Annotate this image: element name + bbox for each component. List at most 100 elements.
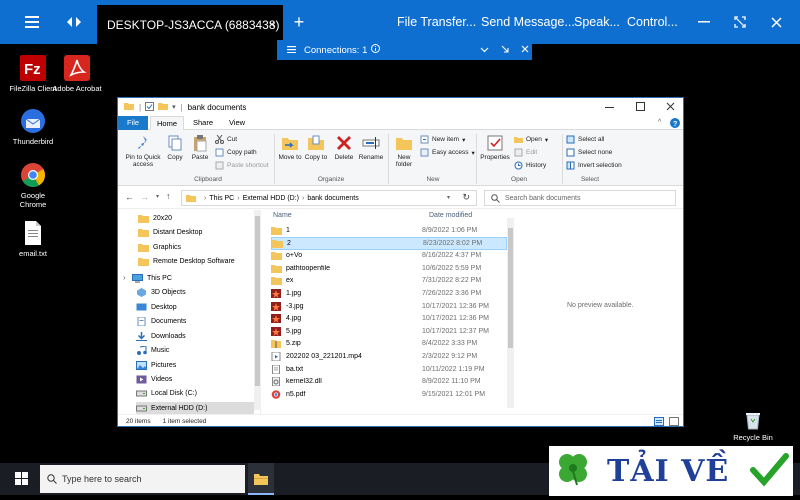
nav-pane-scrollbar[interactable]	[254, 210, 261, 410]
back-arrow-icon[interactable]: ←	[125, 192, 134, 202]
file-row[interactable]: 1.jpg 7/26/2022 3:36 PM	[271, 287, 507, 300]
file-row[interactable]: 5.zip 8/4/2022 3:33 PM	[271, 337, 507, 350]
breadcrumb-bank-documents[interactable]: bank documents	[307, 195, 358, 202]
nav-item[interactable]: External HDD (D:)	[136, 402, 254, 414]
customize-toolbar-icon[interactable]: ▾	[172, 103, 176, 111]
address-box[interactable]: › This PC › External HDD (D:) › bank doc…	[181, 190, 477, 206]
address-dropdown-icon[interactable]: ▾	[447, 194, 450, 201]
minimize-icon[interactable]	[690, 0, 718, 44]
nav-item[interactable]: Videos	[136, 373, 172, 386]
nav-item[interactable]: Graphics	[138, 241, 181, 254]
taskbar-search-input[interactable]: Type here to search	[40, 465, 245, 493]
file-transfer-menu[interactable]: File Transfer...	[397, 0, 476, 44]
file-row[interactable]: o+Vo 8/16/2022 4:37 PM	[271, 249, 507, 262]
file-row[interactable]: n5.pdf 9/15/2021 12:01 PM	[271, 388, 507, 401]
desktop-icon-thunderbird[interactable]: Thunderbird	[8, 108, 58, 146]
quick-access-toolbar[interactable]: |	[139, 103, 141, 112]
file-row[interactable]: 202202 03_221201.mp4 2/3/2022 9:12 PM	[271, 350, 507, 363]
history-button[interactable]: History	[514, 161, 546, 170]
delete-button[interactable]: Delete	[332, 134, 356, 161]
nav-item[interactable]: Documents	[136, 315, 186, 328]
copy-to-button[interactable]: Copy to	[304, 134, 328, 161]
nav-item[interactable]: 3D Objects	[136, 286, 186, 299]
tab-file[interactable]: File	[118, 116, 148, 130]
nav-item[interactable]: Downloads	[136, 330, 186, 343]
nav-item[interactable]: Distant Desktop	[138, 226, 202, 239]
maximize-icon[interactable]	[636, 102, 645, 113]
file-row[interactable]: ba.txt 10/11/2022 1:19 PM	[271, 363, 507, 376]
new-folder-small-icon[interactable]	[158, 102, 169, 112]
pin-quick-access-button[interactable]: Pin to Quick access	[122, 134, 164, 168]
cut-button[interactable]: Cut	[215, 134, 237, 144]
breadcrumb-this-pc[interactable]: This PC	[209, 195, 234, 202]
nav-item[interactable]: Pictures	[136, 359, 176, 372]
tab-share[interactable]: Share	[188, 116, 218, 130]
file-row[interactable]: ex 7/31/2022 8:22 PM	[271, 274, 507, 287]
fullscreen-icon[interactable]	[726, 0, 754, 44]
help-icon[interactable]: ?	[670, 118, 680, 130]
select-none-button[interactable]: Select none	[566, 148, 612, 157]
list-icon[interactable]	[287, 45, 296, 56]
recent-locations-icon[interactable]: ▾	[156, 193, 159, 200]
chevron-down-icon[interactable]	[480, 45, 489, 56]
open-button[interactable]: Open ▾	[514, 135, 548, 144]
file-row[interactable]: 5.jpg 10/17/2021 12:37 PM	[271, 325, 507, 338]
column-header-name[interactable]: Name	[273, 212, 292, 219]
file-row[interactable]: 2 8/23/2022 8:02 PM	[271, 236, 507, 250]
file-row[interactable]: pathtoopenfile 10/6/2022 5:59 PM	[271, 262, 507, 275]
properties-button[interactable]: Properties	[478, 134, 512, 161]
easy-access-button[interactable]: Easy access ▾	[420, 148, 475, 157]
rename-button[interactable]: Rename	[358, 134, 384, 161]
file-list-scrollbar[interactable]	[507, 218, 514, 408]
speak-menu[interactable]: Speak...	[574, 0, 620, 44]
refresh-icon[interactable]: ↻	[462, 192, 470, 203]
desktop-icon-recycle-bin[interactable]: Recycle Bin	[728, 410, 778, 442]
copy-path-button[interactable]: Copy path	[215, 148, 257, 157]
menu-icon[interactable]	[18, 0, 46, 44]
paste-shortcut-button[interactable]: Paste shortcut	[215, 161, 269, 170]
close-tab-icon[interactable]: ×	[269, 19, 275, 31]
tab-view[interactable]: View	[222, 116, 252, 130]
select-all-button[interactable]: Select all	[566, 135, 604, 144]
tab-home[interactable]: Home	[150, 116, 184, 130]
properties-check-icon[interactable]	[145, 101, 155, 113]
up-arrow-icon[interactable]: ↑	[166, 191, 171, 201]
collapse-ribbon-icon[interactable]: ^	[658, 119, 661, 126]
paste-button[interactable]: Paste	[188, 134, 212, 161]
nav-item[interactable]: Music	[136, 344, 169, 357]
close-session-icon[interactable]	[762, 0, 790, 44]
file-row[interactable]: 1 8/9/2022 1:06 PM	[271, 224, 507, 237]
details-view-icon[interactable]	[654, 417, 664, 428]
nav-item[interactable]: Local Disk (C:)	[136, 387, 197, 400]
minimize-icon[interactable]	[605, 102, 614, 113]
large-icons-view-icon[interactable]	[669, 417, 679, 428]
file-row[interactable]: kernel32.dll 8/9/2022 11:10 PM	[271, 375, 507, 388]
desktop-icon-email-txt[interactable]: email.txt	[8, 220, 58, 258]
info-icon[interactable]	[371, 44, 381, 56]
column-header-date-modified[interactable]: Date modified	[429, 212, 472, 219]
nav-item[interactable]: This PC	[132, 272, 172, 285]
taskbar-file-explorer[interactable]	[248, 463, 274, 495]
shrink-icon[interactable]	[501, 45, 509, 56]
close-icon[interactable]	[666, 102, 675, 113]
expand-chevron-icon[interactable]: ›	[123, 273, 126, 282]
file-row[interactable]: 4.jpg 10/17/2021 12:36 PM	[271, 312, 507, 325]
windows-start-icon[interactable]	[15, 472, 28, 490]
nav-item[interactable]: Remote Desktop Software	[138, 255, 235, 268]
desktop-icon-chrome[interactable]: Google Chrome	[8, 162, 58, 209]
switch-sides-icon[interactable]	[60, 0, 88, 44]
nav-item[interactable]: Desktop	[136, 301, 177, 314]
breadcrumb-external-hdd[interactable]: External HDD (D:)	[243, 195, 299, 202]
send-message-menu[interactable]: Send Message...	[481, 0, 575, 44]
desktop-icon-acrobat[interactable]: Adobe Acrobat	[52, 55, 102, 93]
forward-arrow-icon[interactable]: →	[140, 192, 149, 202]
new-folder-button[interactable]: New folder	[392, 134, 416, 168]
add-tab-button[interactable]: +	[285, 0, 313, 44]
invert-selection-button[interactable]: Invert selection	[566, 161, 622, 170]
control-menu[interactable]: Control...	[627, 0, 678, 44]
nav-item[interactable]: 20x20	[138, 212, 172, 225]
copy-button[interactable]: Copy	[164, 134, 186, 161]
close-icon[interactable]	[521, 45, 529, 56]
session-tab[interactable]: DESKTOP-JS3ACCA (6883438) ×	[97, 5, 283, 44]
new-item-button[interactable]: New item ▾	[420, 135, 465, 144]
